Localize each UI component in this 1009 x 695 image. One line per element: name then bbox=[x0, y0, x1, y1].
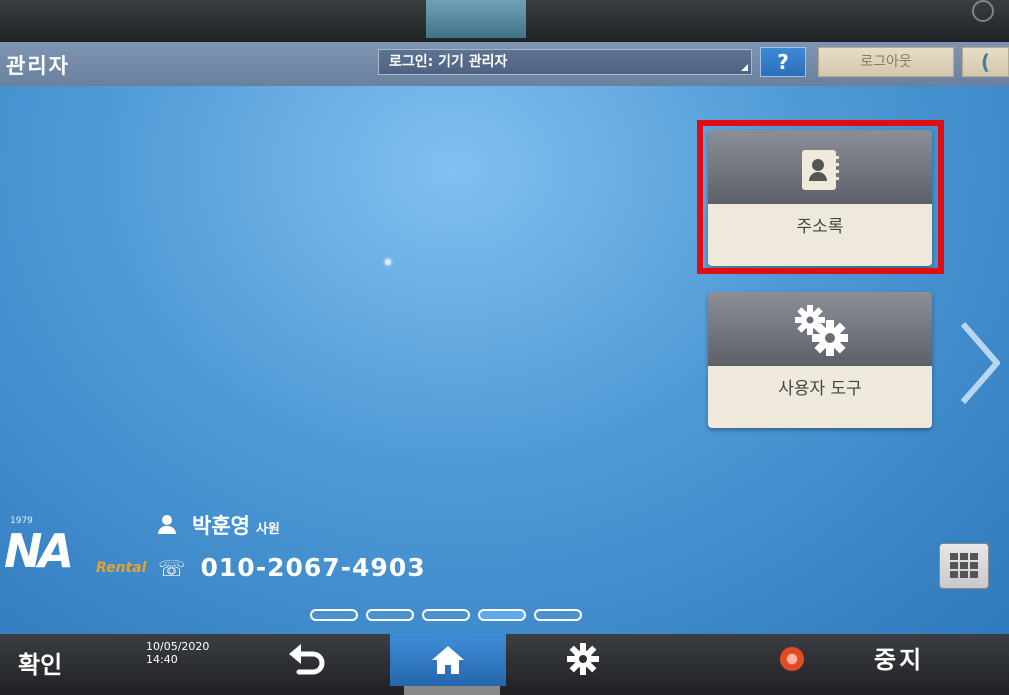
phone-icon: ☏ bbox=[158, 557, 187, 582]
header-bar: 관리자 로그인: 기기 관리자 ? 로그아웃 ( bbox=[0, 42, 1009, 86]
logout-button[interactable]: 로그아웃 bbox=[818, 47, 954, 77]
tile-icon-area bbox=[708, 292, 932, 366]
contact-name: 박훈영 bbox=[192, 514, 250, 538]
bottom-bar: 확인 10/05/2020 14:40 중지 bbox=[0, 634, 1009, 695]
home-button[interactable] bbox=[390, 634, 506, 686]
glare-spot bbox=[385, 259, 391, 265]
back-arrow-icon[interactable] bbox=[287, 642, 327, 676]
bottom-bezel-tab bbox=[404, 686, 500, 695]
company-logo: NA bbox=[4, 524, 74, 578]
contact-phone: 010-2067-4903 bbox=[200, 553, 426, 582]
highlight-frame bbox=[697, 120, 944, 274]
page-dot[interactable] bbox=[310, 609, 358, 621]
login-status-text: 로그인: 기기 관리자 bbox=[389, 54, 508, 70]
tile-label-area: 사용자 도구 bbox=[708, 366, 932, 428]
login-status-field[interactable]: 로그인: 기기 관리자 bbox=[378, 49, 752, 75]
contact-phone-row: ☏ 010-2067-4903 bbox=[158, 553, 426, 582]
date-text: 10/05/2020 bbox=[146, 640, 210, 653]
expand-corner-icon bbox=[741, 64, 748, 71]
page-dot-active[interactable] bbox=[478, 609, 526, 621]
contact-rank: 사원 bbox=[255, 522, 280, 537]
help-button[interactable]: ? bbox=[760, 47, 806, 77]
device-screen: 관리자 로그인: 기기 관리자 ? 로그아웃 ( 주소록 사용자 도구 1979… bbox=[0, 0, 1009, 695]
date-time: 10/05/2020 14:40 bbox=[146, 640, 209, 666]
contact-name-row: 박훈영 사원 bbox=[158, 510, 280, 540]
page-indicator bbox=[310, 606, 590, 622]
page-title: 관리자 bbox=[6, 54, 70, 78]
home-icon bbox=[432, 646, 464, 674]
gears-icon bbox=[795, 305, 848, 356]
energy-saver-button[interactable]: ( bbox=[962, 47, 1009, 77]
person-icon bbox=[158, 515, 176, 535]
page-dot[interactable] bbox=[534, 609, 582, 621]
sensor-icon bbox=[972, 0, 994, 22]
user-tools-label: 사용자 도구 bbox=[778, 379, 862, 399]
page-dot[interactable] bbox=[422, 609, 470, 621]
confirm-button[interactable]: 확인 bbox=[18, 645, 62, 680]
next-page-arrow-icon[interactable] bbox=[953, 320, 1003, 406]
stop-button[interactable]: 중지 bbox=[874, 640, 924, 675]
page-dot[interactable] bbox=[366, 609, 414, 621]
camera-notch bbox=[426, 0, 526, 38]
grid-icon bbox=[950, 553, 978, 579]
stop-icon bbox=[780, 647, 804, 671]
time-text: 14:40 bbox=[146, 653, 178, 666]
logo-rental-text: Rental bbox=[96, 560, 147, 576]
app-list-button[interactable] bbox=[939, 543, 989, 589]
gear-icon[interactable] bbox=[566, 642, 600, 676]
user-tools-tile[interactable]: 사용자 도구 bbox=[708, 292, 932, 428]
